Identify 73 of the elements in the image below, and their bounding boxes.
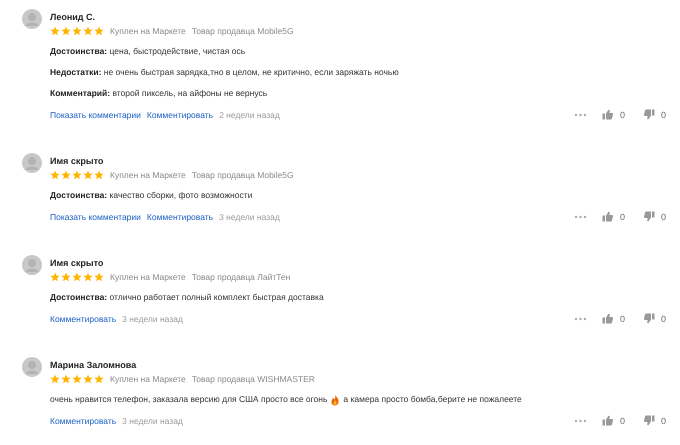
review-date: 2 недели назад xyxy=(219,110,280,120)
star-icon xyxy=(61,26,71,36)
more-icon[interactable] xyxy=(574,316,587,320)
star-icon xyxy=(50,374,60,384)
star-icon xyxy=(72,272,82,282)
thumbs-down-icon[interactable] xyxy=(642,109,655,120)
purchase-label: Товар продавца Mobile5G xyxy=(192,26,294,36)
author-name: Марина Заломнова xyxy=(50,359,136,372)
like-count: 0 xyxy=(620,110,625,120)
review-text: Достоинства: отлично работает полный комплект быстрая доставка xyxy=(50,291,324,304)
avatar-icon xyxy=(22,255,42,275)
star-icon xyxy=(61,374,71,384)
dislike-count: 0 xyxy=(660,314,666,324)
review-date: 3 недели назад xyxy=(122,416,183,426)
star-icon xyxy=(83,374,93,384)
purchase-label: Товар продавца WISHMASTER xyxy=(192,374,315,384)
avatar-icon xyxy=(22,153,42,173)
star-icon xyxy=(50,272,60,282)
author-name: Имя скрыто xyxy=(50,155,104,168)
thumbs-down-icon[interactable] xyxy=(642,415,655,426)
review-text: Комментарий: второй пиксель, на айфоны не вернусь xyxy=(50,87,268,100)
star-icon xyxy=(72,26,82,36)
thumbs-down-icon[interactable] xyxy=(642,313,655,324)
star-icon xyxy=(50,26,60,36)
action-link[interactable]: Комментировать xyxy=(146,212,214,222)
review-date: 3 недели назад xyxy=(219,212,280,222)
like-count: 0 xyxy=(620,212,625,222)
thumbs-up-icon[interactable] xyxy=(602,109,614,120)
star-icon xyxy=(94,170,104,180)
review-date: 3 недели назад xyxy=(122,314,183,324)
action-link[interactable]: Комментировать xyxy=(50,314,116,324)
action-link[interactable]: Показать комментарии xyxy=(50,212,141,222)
dislike-count: 0 xyxy=(660,110,666,120)
review-text: а камера просто бомба,берите не пожалеете xyxy=(343,393,522,406)
more-icon[interactable] xyxy=(574,418,587,422)
thumbs-down-icon[interactable] xyxy=(642,211,655,222)
purchase-label: Товар продавца ЛайтТен xyxy=(192,272,290,282)
dislike-count: 0 xyxy=(660,416,666,426)
more-icon[interactable] xyxy=(574,112,587,116)
thumbs-up-icon[interactable] xyxy=(602,211,614,222)
like-count: 0 xyxy=(620,416,625,426)
purchase-label: Куплен на Маркете xyxy=(110,272,186,282)
purchase-label: Куплен на Маркете xyxy=(110,374,186,384)
more-icon[interactable] xyxy=(574,214,587,218)
star-icon xyxy=(50,170,60,180)
purchase-label: Куплен на Маркете xyxy=(110,170,186,180)
star-icon xyxy=(94,26,104,36)
review-text: Достоинства: качество сборки, фото возможности xyxy=(50,189,252,202)
action-link[interactable]: Показать комментарии xyxy=(50,110,141,120)
review-text: очень нравится телефон, заказала версию для США просто все огонь xyxy=(50,393,328,406)
star-icon xyxy=(83,170,93,180)
star-icon xyxy=(61,272,71,282)
star-icon xyxy=(72,170,82,180)
purchase-label: Куплен на Маркете xyxy=(110,26,186,36)
star-icon xyxy=(83,272,93,282)
star-icon xyxy=(61,170,71,180)
like-count: 0 xyxy=(620,314,625,324)
avatar-icon xyxy=(22,357,42,377)
thumbs-up-icon[interactable] xyxy=(602,415,614,426)
dislike-count: 0 xyxy=(660,212,666,222)
review-text: Недостатки: не очень быстрая зарядка,тно в целом, не критично, если заряжать ночью xyxy=(50,66,399,79)
star-icon xyxy=(72,374,82,384)
star-icon xyxy=(94,374,104,384)
action-link[interactable]: Комментировать xyxy=(50,416,116,426)
review-text: Достоинства: цена, быстродействие, чистая ось xyxy=(50,45,246,58)
thumbs-up-icon[interactable] xyxy=(602,313,614,324)
star-icon xyxy=(94,272,104,282)
action-link[interactable]: Комментировать xyxy=(146,110,214,120)
author-name: Имя скрыто xyxy=(50,257,104,270)
purchase-label: Товар продавца Mobile5G xyxy=(192,170,294,180)
avatar-icon xyxy=(22,9,42,29)
star-icon xyxy=(83,26,93,36)
author-name: Леонид С. xyxy=(50,11,95,24)
